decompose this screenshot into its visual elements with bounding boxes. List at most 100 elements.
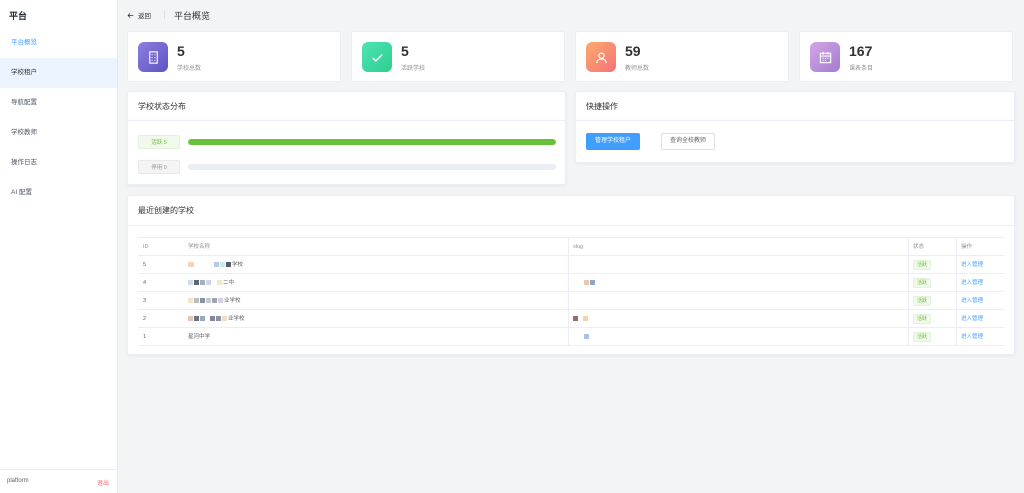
- status-badge: 活跃: [913, 259, 932, 270]
- redaction-block: [194, 298, 199, 304]
- school-name-text: 二中: [223, 280, 235, 286]
- cell-actions: 进入管理: [956, 310, 1004, 328]
- cell-status: 活跃: [908, 328, 956, 346]
- stat-label: 活跃学校: [401, 66, 426, 72]
- cell-id: 2: [143, 316, 147, 322]
- page-header: 返回 平台概览: [118, 0, 1024, 30]
- cell-actions: 进入管理: [956, 256, 1004, 274]
- recent-schools-table: ID 学校名称 slug 状态 操作 5 学校 活跃 进入管理 4 二中 活跃 …: [138, 237, 1004, 346]
- status-badge: 活跃: [913, 331, 932, 342]
- sidebar-item-school-tenants[interactable]: 学校租户: [0, 58, 117, 88]
- cell-school-name: 星河中学: [188, 334, 211, 340]
- column-header-slug: slug: [573, 244, 584, 250]
- column-divider: [908, 274, 909, 291]
- progress-fill: [188, 139, 556, 145]
- column-divider: [568, 310, 569, 327]
- column-divider: [956, 274, 957, 291]
- quick-actions-panel: 快捷操作 管理学校租户 查询全校教师: [575, 91, 1015, 163]
- cell-status: 活跃: [908, 292, 956, 310]
- search-teachers-button[interactable]: 查询全校教师: [661, 133, 716, 150]
- redaction-block: [583, 316, 588, 322]
- panel-title: 快捷操作: [576, 92, 1014, 121]
- enter-manage-link[interactable]: 进入管理: [961, 280, 983, 286]
- cell-actions: 进入管理: [956, 292, 1004, 310]
- cell-school-name: 业学校: [183, 310, 568, 328]
- sidebar: 平台 平台概览 学校租户 导航配置 学校教师 操作日志 AI 配置 platfo…: [0, 0, 118, 493]
- sidebar-item-ai-config[interactable]: AI 配置: [0, 178, 117, 208]
- redaction-block: [573, 316, 578, 322]
- cell-status: 活跃: [908, 274, 956, 292]
- cell-id: 5: [143, 262, 147, 268]
- redaction-gap: [212, 280, 216, 285]
- sidebar-item-logs[interactable]: 操作日志: [0, 148, 117, 178]
- cell-status: 活跃: [908, 310, 956, 328]
- cell-id: 1: [143, 334, 147, 340]
- sidebar-item-overview[interactable]: 平台概览: [0, 28, 117, 58]
- panel-title: 最近创建的学校: [128, 196, 1014, 226]
- cell-school-name: 业学校: [183, 292, 568, 310]
- back-button[interactable]: 返回: [127, 10, 151, 20]
- enter-manage-link[interactable]: 进入管理: [961, 298, 983, 304]
- redaction-block: [214, 262, 219, 268]
- redaction-block: [216, 316, 221, 322]
- stat-value: 5: [177, 43, 185, 59]
- table-row: 2 业学校 活跃 进入管理: [138, 310, 1004, 328]
- cell-status: 活跃: [908, 256, 956, 274]
- redaction-gap: [573, 334, 583, 339]
- column-divider: [568, 328, 569, 345]
- column-header-actions: 操作: [961, 244, 973, 250]
- progress-track: [188, 139, 556, 145]
- cell-slug: [568, 292, 908, 310]
- redaction-gap: [195, 262, 213, 267]
- column-divider: [908, 292, 909, 309]
- calendar-icon: [810, 42, 840, 72]
- status-badge: 活跃: [913, 313, 932, 324]
- cell-school-name: 学校: [183, 256, 568, 274]
- sidebar-item-teachers[interactable]: 学校教师: [0, 118, 117, 148]
- column-divider: [908, 310, 909, 327]
- header-divider: [164, 10, 165, 19]
- cell-id: 4: [143, 280, 147, 286]
- table-header-row: ID 学校名称 slug 状态 操作: [138, 238, 1004, 256]
- logout-button[interactable]: 退出: [97, 478, 109, 487]
- arrow-left-icon: [127, 12, 134, 18]
- redaction-block: [212, 298, 217, 304]
- back-label: 返回: [138, 13, 151, 20]
- column-divider: [956, 328, 957, 345]
- cell-slug: [568, 328, 908, 346]
- redaction-block: [584, 334, 589, 340]
- distribution-row-disabled: 停用 0: [138, 160, 556, 174]
- manage-tenants-button[interactable]: 管理学校租户: [586, 133, 641, 150]
- stat-label: 学校总数: [177, 66, 202, 72]
- table-row: 4 二中 活跃 进入管理: [138, 274, 1004, 292]
- column-divider: [908, 328, 909, 345]
- cell-school-name: 二中: [183, 274, 568, 292]
- stat-card-schedule: 167 课表条目: [799, 31, 1013, 82]
- cell-actions: 进入管理: [956, 274, 1004, 292]
- status-tag-active: 活跃 5: [138, 135, 180, 149]
- stat-label: 教师总数: [625, 66, 650, 72]
- column-divider: [568, 256, 569, 273]
- cell-slug: [568, 310, 908, 328]
- redaction-gap: [573, 280, 583, 285]
- enter-manage-link[interactable]: 进入管理: [961, 262, 983, 268]
- enter-manage-link[interactable]: 进入管理: [961, 316, 983, 322]
- column-header-id: ID: [143, 244, 149, 250]
- redaction-block: [188, 298, 193, 304]
- column-divider: [908, 238, 909, 255]
- check-icon: [362, 42, 392, 72]
- redaction-block: [590, 280, 595, 286]
- enter-manage-link[interactable]: 进入管理: [961, 334, 983, 340]
- stat-value: 167: [849, 43, 873, 59]
- sidebar-item-nav-config[interactable]: 导航配置: [0, 88, 117, 118]
- stat-label: 课表条目: [849, 66, 874, 72]
- stat-value: 5: [401, 43, 409, 59]
- recent-schools-panel: 最近创建的学校 ID 学校名称 slug 状态 操作 5 学校 活跃 进入管理 …: [127, 195, 1015, 355]
- redaction-block: [188, 280, 193, 286]
- redaction-block: [188, 262, 194, 268]
- column-divider: [956, 292, 957, 309]
- column-divider: [956, 238, 957, 255]
- cell-actions: 进入管理: [956, 328, 1004, 346]
- redaction-block: [226, 262, 231, 268]
- redaction-block: [210, 316, 215, 322]
